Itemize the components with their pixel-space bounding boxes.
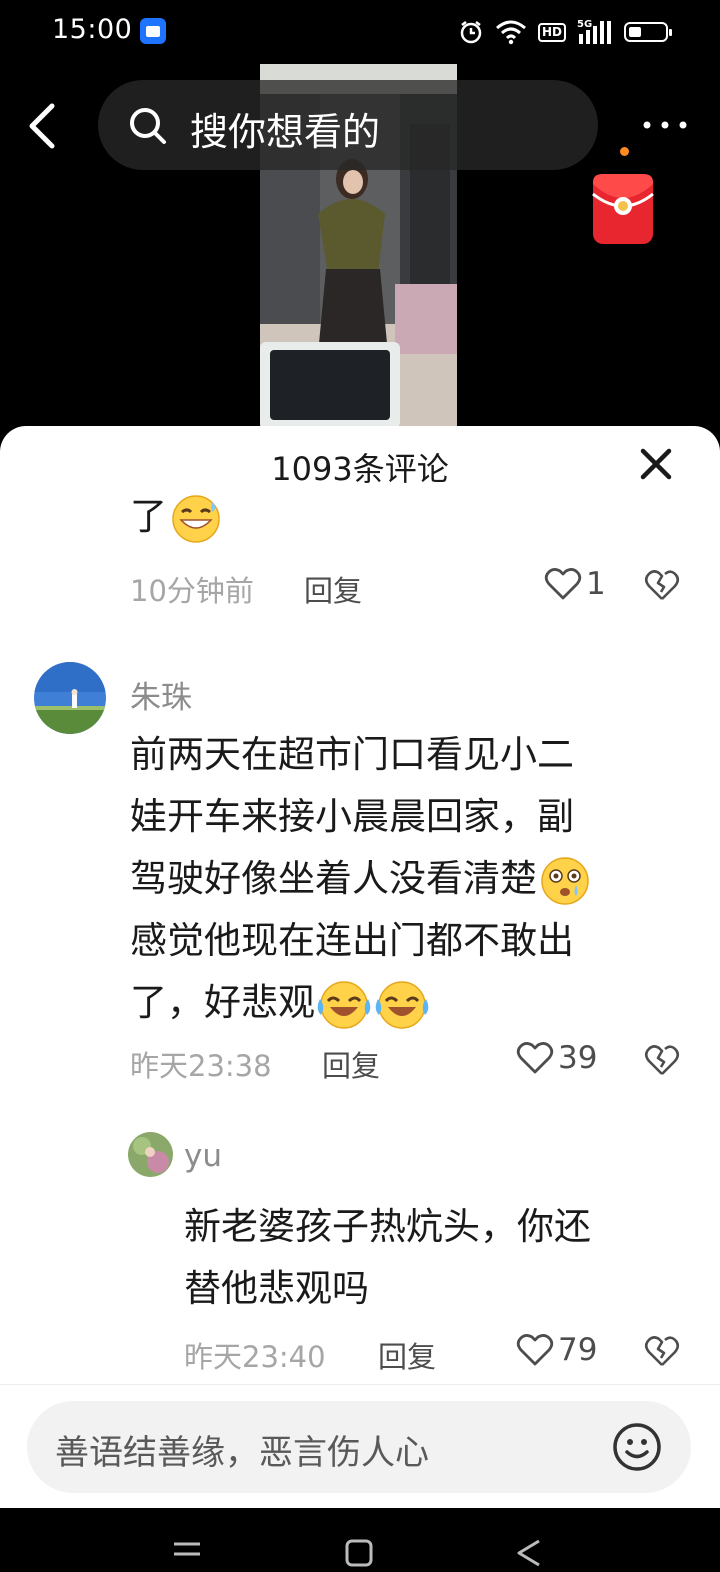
like-button[interactable]: 39 [516, 1040, 597, 1076]
comment-input-bar: 善语结善缘，恶言伤人心 [0, 1384, 720, 1509]
chevron-left-icon [29, 103, 55, 149]
comments-sheet: 1093条评论 了 10分钟前 回复 1 朱珠 前两天在超市门口看见小二 娃开车… [0, 426, 720, 1508]
like-button[interactable]: 1 [544, 566, 606, 602]
rolling-laugh-emoji [317, 980, 371, 1029]
rolling-laugh-emoji [375, 980, 429, 1029]
like-button[interactable]: 79 [516, 1332, 597, 1368]
back-button[interactable] [22, 98, 72, 154]
avatar[interactable] [128, 1132, 173, 1177]
heart-icon [516, 1042, 554, 1074]
comment-text-line: 娃开车来接小晨晨回家，副 [130, 795, 574, 838]
comment-time: 昨天23:38 [130, 1049, 272, 1083]
avatar-image [34, 662, 106, 734]
smiley-icon [613, 1423, 661, 1471]
broken-heart-icon [644, 570, 680, 600]
search-placeholder: 搜你想看的 [190, 110, 381, 154]
flushed-tear-emoji [541, 856, 589, 905]
hd-badge: HD [537, 22, 566, 42]
back-nav-icon[interactable] [514, 1538, 544, 1568]
comment-text-line: 替他悲观吗 [184, 1267, 369, 1310]
red-packet-button[interactable] [591, 172, 655, 246]
heart-icon [544, 568, 582, 600]
status-icons: HD 5G [458, 17, 672, 47]
comment-text-line-with-emoji: 驾驶好像坐着人没看清楚 [130, 848, 690, 910]
svg-text:5G: 5G [577, 19, 592, 30]
comment-text-line: 感觉他现在连出门都不敢出 [130, 919, 574, 962]
alarm-icon [460, 21, 482, 44]
reply-button[interactable]: 回复 [304, 568, 362, 610]
notification-dot [620, 147, 629, 156]
comment-time: 昨天23:40 [184, 1340, 326, 1374]
more-dots-icon [643, 121, 687, 129]
app-notification-icon [140, 18, 166, 44]
heart-icon [516, 1334, 554, 1366]
comment-text: 前两天在超市门口看见小二 娃开车来接小晨晨回家，副 驾驶好像坐着人没看清楚 感觉… [130, 724, 690, 1034]
emoji-button[interactable] [611, 1421, 663, 1473]
search-bar[interactable]: 搜你想看的 [98, 80, 598, 170]
close-button[interactable] [636, 444, 676, 484]
close-icon [640, 448, 672, 480]
more-options-button[interactable] [640, 108, 690, 142]
comment-text-line: 了，好悲观 [130, 981, 315, 1024]
red-envelope-icon [592, 174, 654, 244]
comment-text: 新老婆孩子热炕头，你还 替他悲观吗 [184, 1196, 684, 1320]
comment-text-line: 了 [130, 495, 167, 538]
cellular-signal-icon: 5G [577, 19, 611, 44]
status-bar: 15:00 HD 5G [0, 0, 720, 64]
avatar[interactable] [34, 662, 106, 734]
comment-username[interactable]: 朱珠 [130, 672, 192, 717]
home-nav-icon[interactable] [344, 1538, 374, 1568]
avatar-image [128, 1132, 173, 1177]
comment-input[interactable]: 善语结善缘，恶言伤人心 [27, 1401, 691, 1493]
comment-text-line: 新老婆孩子热炕头，你还 [184, 1205, 591, 1248]
like-count: 79 [558, 1332, 598, 1368]
wifi-icon [496, 20, 526, 45]
battery-level [629, 27, 641, 37]
system-nav-bar [0, 1508, 720, 1572]
broken-heart-icon [644, 1336, 680, 1366]
comment-text-line-with-emoji: 了，好悲观 [130, 972, 690, 1034]
comment-username[interactable]: yu [184, 1138, 222, 1174]
broken-heart-icon [644, 1045, 680, 1075]
comment-text-line: 前两天在超市门口看见小二 [130, 733, 574, 776]
dislike-button[interactable] [644, 568, 680, 606]
search-icon [130, 108, 166, 144]
comment-time: 10分钟前 [130, 574, 254, 608]
comment-text: 了 [130, 486, 225, 548]
status-time: 15:00 [52, 14, 133, 45]
comment-text-line: 驾驶好像坐着人没看清楚 [130, 857, 537, 900]
grin-sweat-emoji [172, 494, 220, 543]
comment-input-placeholder: 善语结善缘，恶言伤人心 [55, 1433, 429, 1473]
dislike-button[interactable] [644, 1334, 680, 1372]
reply-button[interactable]: 回复 [378, 1334, 436, 1376]
like-count: 1 [586, 566, 606, 602]
battery-icon [624, 22, 672, 42]
dislike-button[interactable] [644, 1043, 680, 1081]
like-count: 39 [558, 1040, 598, 1076]
comments-count-title: 1093条评论 [271, 450, 449, 488]
menu-nav-icon[interactable] [172, 1538, 202, 1564]
reply-button[interactable]: 回复 [322, 1043, 380, 1085]
